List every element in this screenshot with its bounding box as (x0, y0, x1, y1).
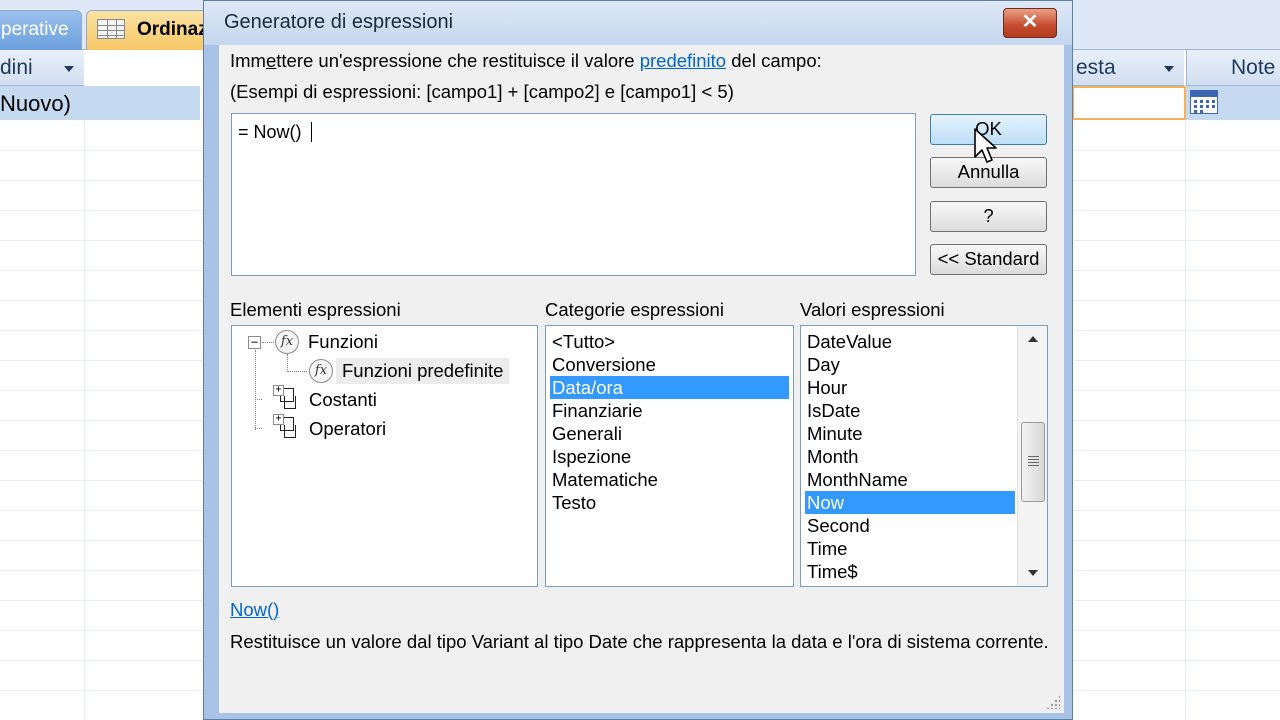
resize-grip-icon[interactable] (1046, 695, 1060, 709)
tree-connector (262, 342, 274, 343)
function-syntax-link[interactable]: Now() (230, 599, 279, 621)
plus-icon: + (275, 413, 282, 424)
help-button[interactable]: ? (930, 201, 1047, 232)
list-item[interactable]: Finanziarie (550, 399, 643, 422)
tree-item-costanti-label: Costanti (309, 389, 377, 410)
function-icon: fx (275, 330, 299, 354)
tab-ordinazioni-label: Ordinaz (137, 19, 208, 40)
tree-connector (287, 371, 307, 372)
close-icon: ✕ (1021, 11, 1039, 33)
tree-item-operatori[interactable]: Operatori (309, 416, 386, 442)
tree-item-funzioni-predefinite[interactable]: Funzioni predefinite (336, 358, 510, 384)
instruction-suffix: del campo: (726, 50, 822, 71)
minus-icon: − (250, 335, 259, 349)
function-icon: fx (309, 359, 333, 383)
list-item[interactable]: Generali (550, 422, 622, 445)
table-icon (97, 19, 125, 39)
elements-label: Elementi espressioni (230, 299, 401, 320)
examples-text: (Esempi di espressioni: [campo1] + [camp… (230, 81, 734, 102)
grid-line (1185, 120, 1186, 720)
list-item[interactable]: IsDate (805, 399, 860, 422)
tree-item-costanti[interactable]: Costanti (309, 387, 377, 413)
list-item[interactable]: Matematiche (550, 468, 658, 491)
plus-icon: + (275, 384, 282, 395)
tree-connector (255, 350, 256, 430)
list-item[interactable]: Time (805, 537, 847, 560)
close-button[interactable]: ✕ (1003, 8, 1057, 38)
column-header-ordini[interactable]: dini (0, 50, 84, 86)
tree-expand-button[interactable]: + (273, 385, 284, 396)
list-item-selected[interactable]: Data/ora (550, 376, 789, 399)
tree-item-funzioni-label: Funzioni (308, 331, 378, 352)
calendar-icon[interactable] (1190, 90, 1218, 114)
tree-item-funzioni[interactable]: Funzioni (308, 329, 378, 355)
mouse-pointer-icon (974, 128, 997, 163)
column-header-ordini-label: dini (0, 56, 33, 79)
new-record-label: Nuovo) (0, 91, 71, 116)
list-item[interactable]: DateValue (805, 330, 892, 353)
tree-expand-button[interactable]: + (273, 414, 284, 425)
grid-line (84, 120, 85, 720)
function-description: Restituisce un valore dal tipo Variant a… (230, 631, 1049, 652)
new-record-row[interactable]: Nuovo) (0, 86, 200, 120)
elements-tree[interactable]: − fx Funzioni fx Funzioni predefinite + … (231, 325, 538, 587)
categories-list[interactable]: <Tutto> Conversione Data/ora Finanziarie… (545, 325, 794, 587)
list-item[interactable]: Time$ (805, 560, 858, 583)
list-item[interactable]: Minute (805, 422, 863, 445)
column-header-richiesta[interactable]: esta (1072, 50, 1184, 86)
list-item[interactable]: Ispezione (550, 445, 631, 468)
tree-connector (255, 428, 262, 429)
scroll-thumb[interactable] (1021, 422, 1045, 502)
expression-builder-dialog: Generatore di espressioni ✕ Immettere un… (203, 0, 1073, 720)
instruction-text: Immettere un'espressione che restituisce… (230, 50, 822, 72)
scroll-up-arrow-icon[interactable] (1018, 326, 1047, 352)
standard-button-label: << Standard (937, 248, 1040, 269)
list-item[interactable]: Second (805, 514, 870, 537)
list-item[interactable]: Testo (550, 491, 596, 514)
instruction-body: ttere un'espressione che restituisce il … (276, 50, 640, 71)
default-value-link[interactable]: predefinito (640, 50, 726, 71)
instruction-accelerator: e (265, 50, 277, 71)
list-item[interactable]: <Tutto> (550, 330, 615, 353)
column-header-note[interactable]: Note (1186, 50, 1280, 86)
values-label: Valori espressioni (800, 299, 945, 320)
tab-operative-label: perative (1, 19, 69, 40)
tree-connector (287, 354, 288, 372)
chevron-down-icon[interactable] (1164, 66, 1174, 72)
dialog-titlebar[interactable]: Generatore di espressioni ✕ (204, 1, 1072, 45)
list-item[interactable]: MonthName (805, 468, 908, 491)
instruction-prefix: Imm (230, 50, 266, 71)
categories-label: Categorie espressioni (545, 299, 724, 320)
values-list[interactable]: DateValue Day Hour IsDate Minute Month M… (800, 325, 1048, 587)
standard-button[interactable]: << Standard (930, 244, 1047, 275)
column-header-note-label: Note (1231, 56, 1276, 79)
tab-operative[interactable]: perative (0, 10, 82, 50)
tree-connector (255, 399, 262, 400)
tree-item-funzioni-predefinite-label: Funzioni predefinite (342, 360, 504, 381)
expression-text: = Now() (238, 122, 307, 142)
list-item[interactable]: Month (805, 445, 858, 468)
help-button-label: ? (983, 205, 994, 226)
tree-collapse-button[interactable]: − (248, 336, 261, 349)
chevron-down-icon[interactable] (64, 66, 74, 72)
dialog-body: Immettere un'espressione che restituisce… (219, 45, 1064, 713)
list-item[interactable]: Conversione (550, 353, 656, 376)
tree-item-operatori-label: Operatori (309, 418, 387, 439)
values-scrollbar[interactable] (1017, 326, 1047, 586)
list-item[interactable]: Day (805, 353, 840, 376)
expression-editor[interactable]: = Now() (231, 113, 916, 276)
column-header-richiesta-label: esta (1076, 56, 1116, 79)
dialog-title: Generatore di espressioni (224, 11, 454, 33)
text-caret (310, 122, 312, 142)
list-item[interactable]: Hour (805, 376, 847, 399)
scroll-down-arrow-icon[interactable] (1018, 560, 1047, 586)
list-item-selected[interactable]: Now (805, 491, 1015, 514)
active-date-cell[interactable] (1072, 86, 1186, 120)
